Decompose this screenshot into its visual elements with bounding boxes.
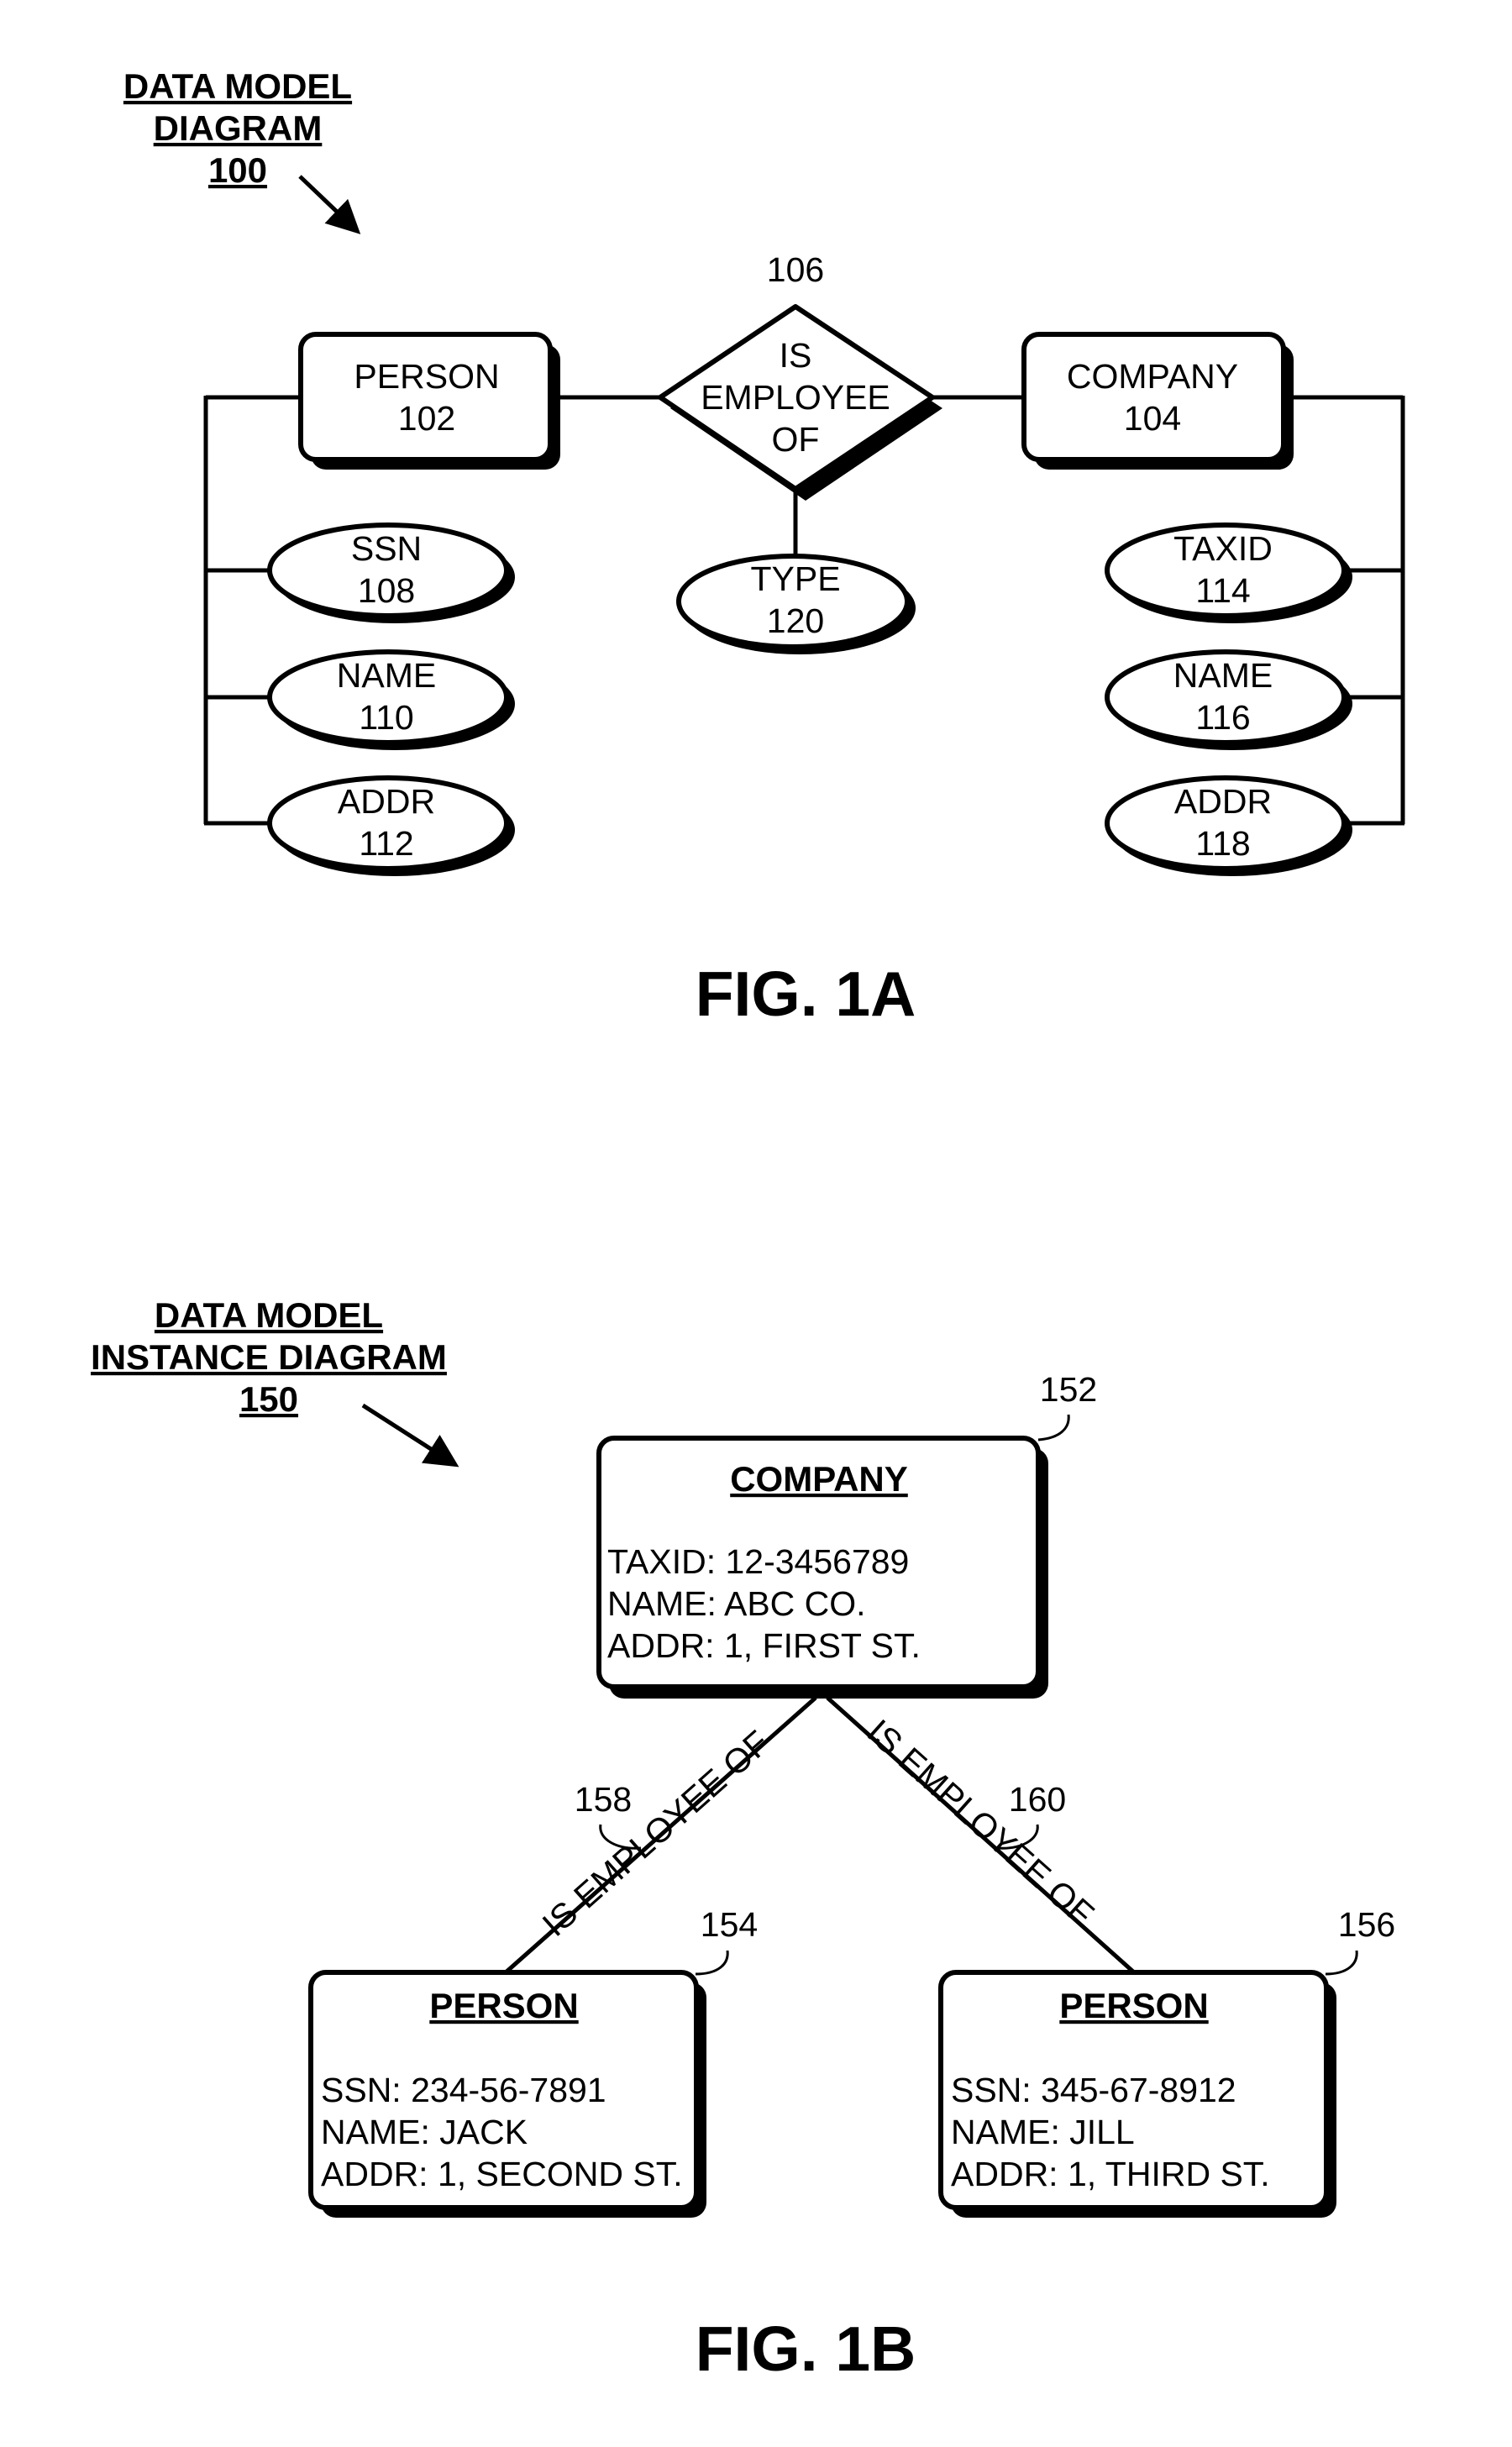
instance-field-ssn: SSN: 345-67-8912 — [951, 2071, 1236, 2109]
attribute-ref: 120 — [767, 601, 824, 640]
instance-ref: 156 — [1338, 1905, 1395, 1944]
attribute-label: TYPE — [750, 559, 840, 598]
attribute-company-name-116: NAME 116 — [1105, 649, 1352, 750]
attribute-person-name-110: NAME 110 — [267, 649, 515, 750]
fig-1b-caption: FIG. 1B — [696, 2313, 916, 2384]
instance-header: COMPANY — [730, 1459, 908, 1499]
attribute-label: TAXID — [1173, 529, 1273, 568]
edge-158: IS EMPLOYEE OF 158 — [504, 1696, 817, 1974]
instance-field-addr: ADDR: 1, FIRST ST. — [607, 1626, 921, 1665]
entity-person-102: PERSON 102 — [298, 332, 560, 470]
attribute-taxid-114: TAXID 114 — [1105, 522, 1352, 623]
attribute-label: SSN — [351, 529, 422, 568]
attribute-label: ADDR — [1174, 782, 1272, 821]
instance-ref: 152 — [1040, 1370, 1097, 1409]
relationship-ref: 106 — [767, 250, 824, 289]
entity-ref: 102 — [398, 399, 455, 438]
instance-field-ssn: SSN: 234-56-7891 — [321, 2071, 606, 2109]
attribute-label: NAME — [1173, 656, 1273, 695]
attribute-type-120: TYPE 120 — [676, 554, 916, 654]
fig-1a-pointer-arrow-icon — [298, 175, 361, 234]
instance-company-152: 152 COMPANY TAXID: 12-3456789 NAME: ABC … — [596, 1370, 1097, 1699]
instance-field-name: NAME: JILL — [951, 2113, 1135, 2151]
attribute-ref: 116 — [1195, 698, 1250, 737]
attribute-ref: 108 — [358, 571, 415, 610]
instance-header: PERSON — [429, 1986, 578, 2025]
entity-label: COMPANY — [1067, 357, 1238, 396]
attribute-ssn-108: SSN 108 — [267, 522, 515, 623]
entity-company-104: COMPANY 104 — [1021, 332, 1294, 470]
edge-label: IS EMPLOYEE OF — [860, 1712, 1101, 1934]
instance-ref-leader — [1325, 1950, 1358, 1976]
fig-1b-title-line-1: DATA MODEL — [155, 1295, 383, 1335]
attribute-ref: 114 — [1195, 571, 1250, 610]
entity-label: PERSON — [354, 357, 499, 396]
fig-1a-title-line-2: DIAGRAM — [154, 108, 323, 148]
entity-ref: 104 — [1124, 399, 1181, 438]
edge-ref: 160 — [1009, 1780, 1066, 1819]
instance-ref-leader — [1037, 1414, 1070, 1441]
fig-1b-title-line-2: INSTANCE DIAGRAM — [91, 1337, 447, 1377]
attribute-label: ADDR — [338, 782, 435, 821]
edge-ref: 158 — [575, 1780, 632, 1819]
attribute-ref: 112 — [359, 824, 413, 863]
edge-160: IS EMPLOYEE OF 160 — [826, 1696, 1136, 1974]
entity-box — [1021, 332, 1286, 462]
fig-1b-title-ref: 150 — [239, 1379, 298, 1419]
instance-field-name: NAME: ABC CO. — [607, 1584, 866, 1623]
instance-field-name: NAME: JACK — [321, 2113, 528, 2151]
fig-1a-title: DATA MODEL DIAGRAM 100 — [123, 66, 352, 190]
relationship-label-line-1: IS — [780, 336, 812, 375]
instance-field-taxid: TAXID: 12-3456789 — [607, 1542, 909, 1581]
instance-person-156: 156 PERSON SSN: 345-67-8912 NAME: JILL A… — [938, 1905, 1395, 2218]
instance-person-154: 154 PERSON SSN: 234-56-7891 NAME: JACK A… — [308, 1905, 758, 2218]
attribute-ref: 110 — [359, 698, 413, 737]
fig-1a-title-ref: 100 — [208, 150, 267, 190]
fig-1b-title: DATA MODEL INSTANCE DIAGRAM 150 — [91, 1295, 447, 1419]
attribute-company-addr-118: ADDR 118 — [1105, 775, 1352, 876]
relationship-label-line-2: EMPLOYEE — [701, 378, 890, 417]
fig-1a: DATA MODEL DIAGRAM 100 PERSON 102 COMPAN… — [123, 66, 1405, 1029]
instance-field-addr: ADDR: 1, SECOND ST. — [321, 2155, 683, 2193]
attribute-label: NAME — [337, 656, 436, 695]
instance-header: PERSON — [1059, 1986, 1208, 2025]
relationship-is-employee-of-106: 106 IS EMPLOYEE OF — [658, 250, 942, 501]
instance-ref: 154 — [701, 1905, 758, 1944]
fig-1a-caption: FIG. 1A — [696, 958, 916, 1029]
fig-1a-title-line-1: DATA MODEL — [123, 66, 352, 106]
attribute-ref: 118 — [1195, 824, 1250, 863]
relationship-label-line-3: OF — [772, 420, 820, 459]
fig-1b-pointer-arrow-icon — [361, 1403, 459, 1468]
patent-figure-sheet: DATA MODEL DIAGRAM 100 PERSON 102 COMPAN… — [91, 66, 1405, 2384]
entity-box — [298, 332, 553, 462]
attribute-person-addr-112: ADDR 112 — [267, 775, 515, 876]
instance-ref-leader — [695, 1950, 729, 1976]
instance-field-addr: ADDR: 1, THIRD ST. — [951, 2155, 1270, 2193]
fig-1b: DATA MODEL INSTANCE DIAGRAM 150 IS EMPLO… — [91, 1295, 1395, 2384]
